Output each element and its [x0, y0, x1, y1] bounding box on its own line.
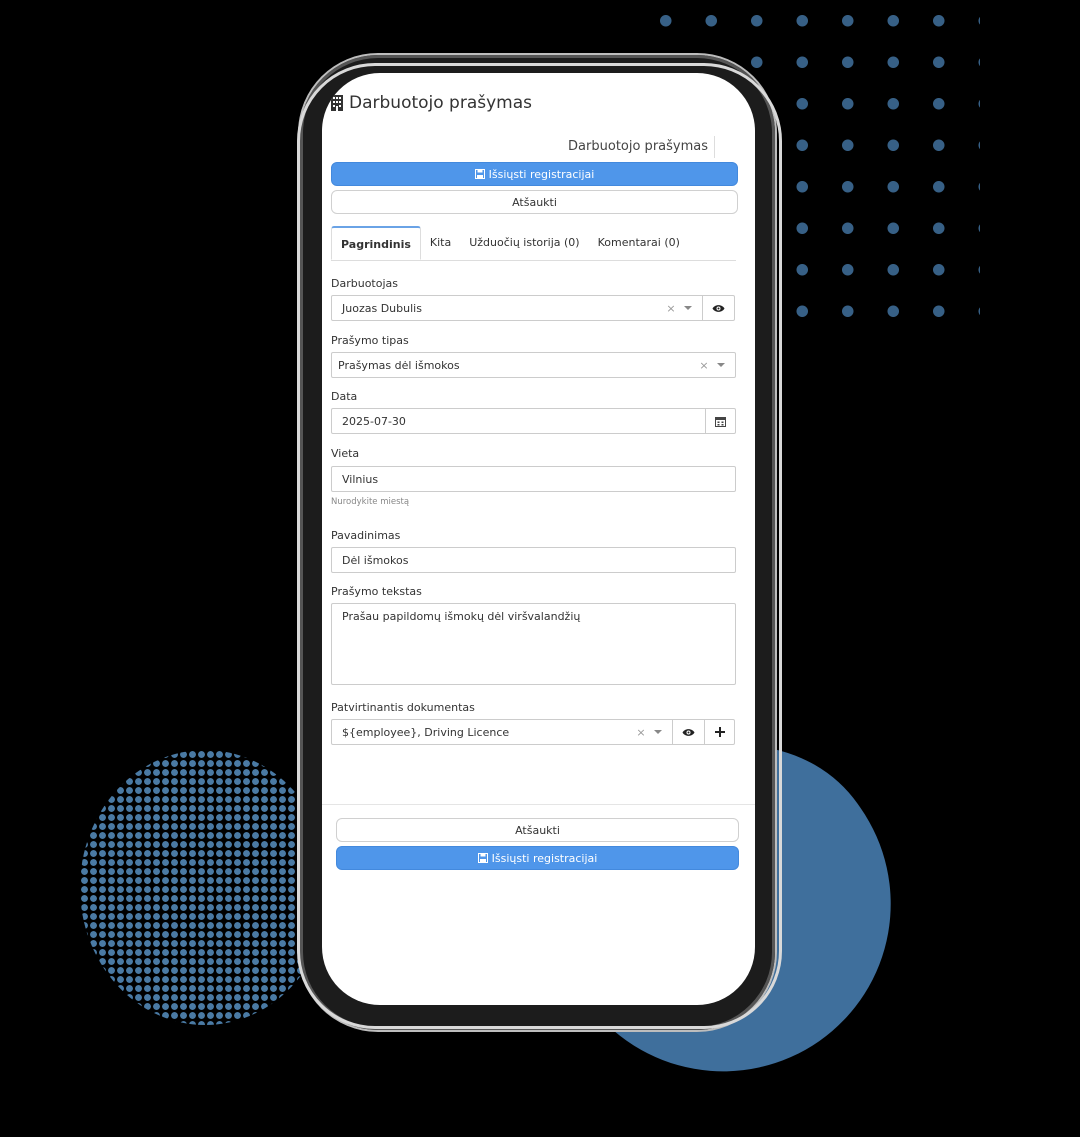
- eye-icon: [712, 304, 725, 312]
- place-value: Vilnius: [342, 472, 379, 486]
- view-employee-button[interactable]: [702, 296, 734, 320]
- date-value: 2025-07-30: [342, 414, 406, 428]
- building-icon: [331, 95, 343, 111]
- name-input[interactable]: Dėl išmokos: [331, 547, 736, 573]
- employee-value: Juozas Dubulis: [342, 301, 422, 315]
- place-help-text: Nurodykite miestą: [331, 497, 410, 507]
- submit-button-label: Išsiųsti registracijai: [491, 851, 598, 865]
- clear-icon[interactable]: ×: [632, 726, 650, 739]
- tab-kita[interactable]: Kita: [421, 226, 460, 260]
- submit-button-top[interactable]: Išsiųsti registracijai: [331, 162, 738, 186]
- request-type-label: Prašymo tipas: [331, 334, 409, 347]
- submit-button-bottom[interactable]: Išsiųsti registracijai: [336, 846, 739, 870]
- chevron-down-icon[interactable]: [717, 363, 725, 367]
- breadcrumb-title: Darbuotojo prašymas: [568, 136, 715, 158]
- cancel-button-label: Atšaukti: [512, 195, 557, 209]
- document-value: ${employee}, Driving Licence: [342, 725, 510, 739]
- plus-icon: [714, 727, 725, 737]
- tab-komentarai[interactable]: Komentarai (0): [589, 226, 689, 260]
- place-input[interactable]: Vilnius: [331, 466, 736, 492]
- calendar-icon: [715, 416, 726, 427]
- tab-bar: Pagrindinis Kita Užduočių istorija (0) K…: [331, 226, 736, 261]
- decorative-dot-circle: [80, 750, 330, 1025]
- view-document-button[interactable]: [672, 720, 704, 744]
- phone-screen: Darbuotojo prašymas Darbuotojo prašymas …: [322, 73, 755, 1005]
- chevron-down-icon[interactable]: [654, 730, 662, 734]
- name-value: Dėl išmokos: [342, 553, 409, 567]
- page-title-text: Darbuotojo prašymas: [349, 93, 533, 113]
- request-type-select[interactable]: Prašymas dėl išmokos ×: [331, 352, 736, 378]
- request-text-label: Prašymo tekstas: [331, 585, 422, 598]
- cancel-button-top[interactable]: Atšaukti: [331, 190, 738, 214]
- calendar-button[interactable]: [705, 409, 735, 433]
- chevron-down-icon[interactable]: [684, 306, 692, 310]
- name-label: Pavadinimas: [331, 529, 401, 542]
- clear-icon[interactable]: ×: [695, 359, 713, 372]
- tab-uzduociu-istorija[interactable]: Užduočių istorija (0): [460, 226, 588, 260]
- tab-pagrindinis[interactable]: Pagrindinis: [331, 226, 421, 260]
- place-label: Vieta: [331, 447, 360, 460]
- document-select[interactable]: ${employee}, Driving Licence ×: [331, 719, 735, 745]
- request-type-value: Prašymas dėl išmokos: [338, 358, 460, 372]
- date-label: Data: [331, 390, 358, 403]
- add-document-button[interactable]: [704, 720, 734, 744]
- footer-divider: [322, 804, 755, 805]
- page-title: Darbuotojo prašymas: [331, 93, 532, 113]
- save-icon: [474, 169, 485, 179]
- cancel-button-label: Atšaukti: [515, 823, 560, 837]
- employee-select[interactable]: Juozas Dubulis ×: [331, 295, 735, 321]
- eye-icon: [682, 728, 695, 736]
- request-text-area[interactable]: Prašau papildomų išmokų dėl viršvalandži…: [331, 603, 736, 685]
- submit-button-label: Išsiųsti registracijai: [488, 167, 595, 181]
- cancel-button-bottom[interactable]: Atšaukti: [336, 818, 739, 842]
- clear-icon[interactable]: ×: [662, 302, 680, 315]
- employee-label: Darbuotojas: [331, 277, 398, 290]
- date-field[interactable]: 2025-07-30: [331, 408, 736, 434]
- document-label: Patvirtinantis dokumentas: [331, 701, 475, 714]
- save-icon: [477, 853, 488, 863]
